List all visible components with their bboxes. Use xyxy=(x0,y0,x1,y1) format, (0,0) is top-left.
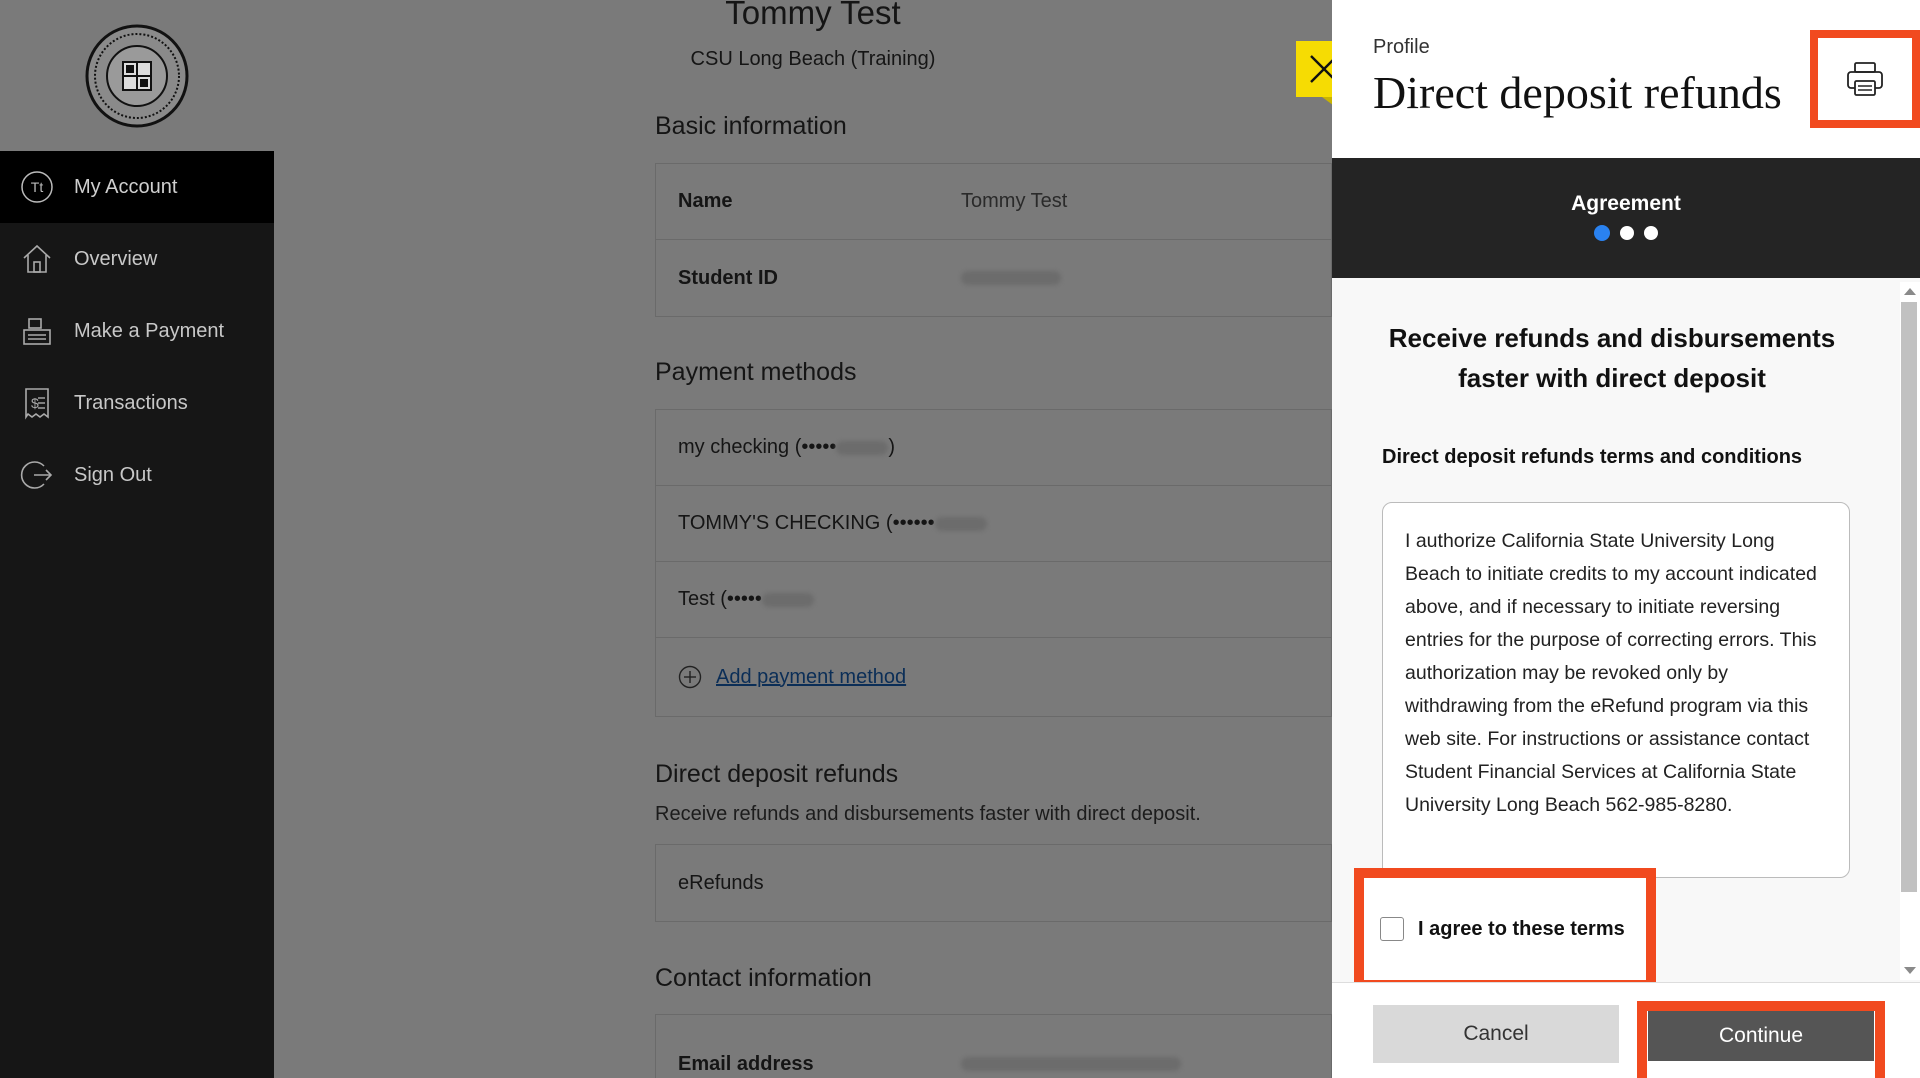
direct-deposit-title: Direct deposit refunds xyxy=(655,760,899,788)
terms-text-box[interactable]: I authorize California State University … xyxy=(1382,502,1850,878)
cancel-button[interactable]: Cancel xyxy=(1373,1005,1619,1063)
name-label: Name xyxy=(678,190,733,212)
sidebar-item-transactions[interactable]: $ Transactions xyxy=(0,367,274,439)
drawer-footer: Cancel Continue xyxy=(1332,982,1920,1078)
add-payment-method-row[interactable]: Add payment method xyxy=(656,638,1331,716)
sidebar: Tt My Account Overview Make a Payment $ … xyxy=(0,0,274,1078)
student-id-row: Student ID xyxy=(656,240,1331,316)
erefunds-row[interactable]: eRefunds xyxy=(656,845,1331,921)
sidebar-item-label: My Account xyxy=(74,175,178,198)
sidebar-item-sign-out[interactable]: Sign Out xyxy=(0,439,274,511)
drawer-header: Profile Direct deposit refunds xyxy=(1332,0,1920,158)
add-circle-icon xyxy=(678,665,702,689)
scroll-down-arrow-icon[interactable] xyxy=(1904,967,1916,974)
sidebar-item-label: Sign Out xyxy=(74,463,152,486)
agree-terms-label[interactable]: I agree to these terms xyxy=(1418,918,1625,941)
payment-method-name: my checking (••••• xyxy=(678,436,837,458)
drawer-body: Receive refunds and disbursements faster… xyxy=(1332,278,1920,990)
payment-method-name: TOMMY'S CHECKING (•••••• xyxy=(678,512,935,534)
sidebar-item-label: Make a Payment xyxy=(74,319,225,342)
sidebar-item-label: Overview xyxy=(74,247,158,270)
payment-method-row[interactable]: TOMMY'S CHECKING (•••••• xyxy=(656,486,1331,562)
cash-register-icon xyxy=(20,314,54,348)
svg-text:Tt: Tt xyxy=(31,179,44,195)
receipt-icon: $ xyxy=(20,386,54,420)
print-button[interactable] xyxy=(1810,30,1920,128)
step-dot-3 xyxy=(1644,226,1658,240)
email-label: Email address xyxy=(678,1052,814,1075)
terms-text: I authorize California State University … xyxy=(1405,530,1817,816)
scrollbar-thumb[interactable] xyxy=(1901,302,1917,892)
step-dot-1 xyxy=(1594,225,1610,241)
erefunds-label: eRefunds xyxy=(678,871,764,894)
step-dot-2 xyxy=(1620,226,1634,240)
terms-title: Direct deposit refunds terms and conditi… xyxy=(1382,446,1803,468)
direct-deposit-card: eRefunds xyxy=(655,844,1332,922)
basic-info-card: Name Tommy Test Student ID xyxy=(655,163,1332,317)
payment-methods-title: Payment methods xyxy=(655,358,857,386)
step-label: Agreement xyxy=(1571,192,1681,215)
name-value: Tommy Test xyxy=(961,190,1068,212)
account-digits-redacted xyxy=(934,516,987,531)
sign-out-icon xyxy=(20,458,54,492)
direct-deposit-description: Receive refunds and disbursements faster… xyxy=(655,803,1201,825)
contact-info-title: Contact information xyxy=(655,964,872,992)
direct-deposit-drawer: Profile Direct deposit refunds Agreement… xyxy=(1332,0,1920,1078)
user-initials-icon: Tt xyxy=(20,170,54,204)
contact-info-card: Email address xyxy=(655,1014,1332,1078)
agree-terms-checkbox[interactable] xyxy=(1380,917,1404,941)
scroll-up-arrow-icon[interactable] xyxy=(1904,288,1916,295)
account-digits-redacted xyxy=(761,592,814,607)
payment-method-row[interactable]: Test (••••• xyxy=(656,562,1331,638)
progress-stepper: Agreement xyxy=(1332,158,1920,278)
email-redacted xyxy=(961,1057,1181,1071)
student-id-redacted xyxy=(961,271,1061,285)
printer-icon xyxy=(1847,62,1883,96)
sidebar-item-overview[interactable]: Overview xyxy=(0,223,274,295)
student-id-label: Student ID xyxy=(678,266,778,289)
add-payment-method-link[interactable]: Add payment method xyxy=(716,666,906,689)
sidebar-item-make-a-payment[interactable]: Make a Payment xyxy=(0,295,274,367)
agree-terms-highlight: I agree to these terms xyxy=(1354,868,1656,990)
payment-method-name: Test (••••• xyxy=(678,588,762,610)
home-icon xyxy=(20,242,54,276)
drawer-title: Direct deposit refunds xyxy=(1373,67,1782,118)
promo-heading: Receive refunds and disbursements faster… xyxy=(1388,323,1836,393)
continue-button[interactable]: Continue xyxy=(1648,1011,1874,1061)
breadcrumb: Profile xyxy=(1373,36,1430,58)
name-row: Name Tommy Test xyxy=(656,164,1331,240)
profile-main: Tommy Test CSU Long Beach (Training) Bas… xyxy=(274,0,1332,1078)
payment-method-row[interactable]: my checking (•••••) xyxy=(656,410,1331,486)
payment-method-suffix: ) xyxy=(888,436,896,458)
university-seal-logo xyxy=(85,24,189,127)
basic-info-title: Basic information xyxy=(655,112,847,140)
step-dots xyxy=(1332,225,1920,241)
payment-methods-card: my checking (•••••) TOMMY'S CHECKING (••… xyxy=(655,409,1332,717)
account-digits-redacted xyxy=(836,440,889,455)
email-row: Email address xyxy=(656,1015,1331,1078)
svg-text:$: $ xyxy=(31,395,39,411)
scrollbar[interactable] xyxy=(1900,282,1920,980)
sidebar-item-my-account[interactable]: Tt My Account xyxy=(0,151,274,223)
sidebar-item-label: Transactions xyxy=(74,391,188,414)
